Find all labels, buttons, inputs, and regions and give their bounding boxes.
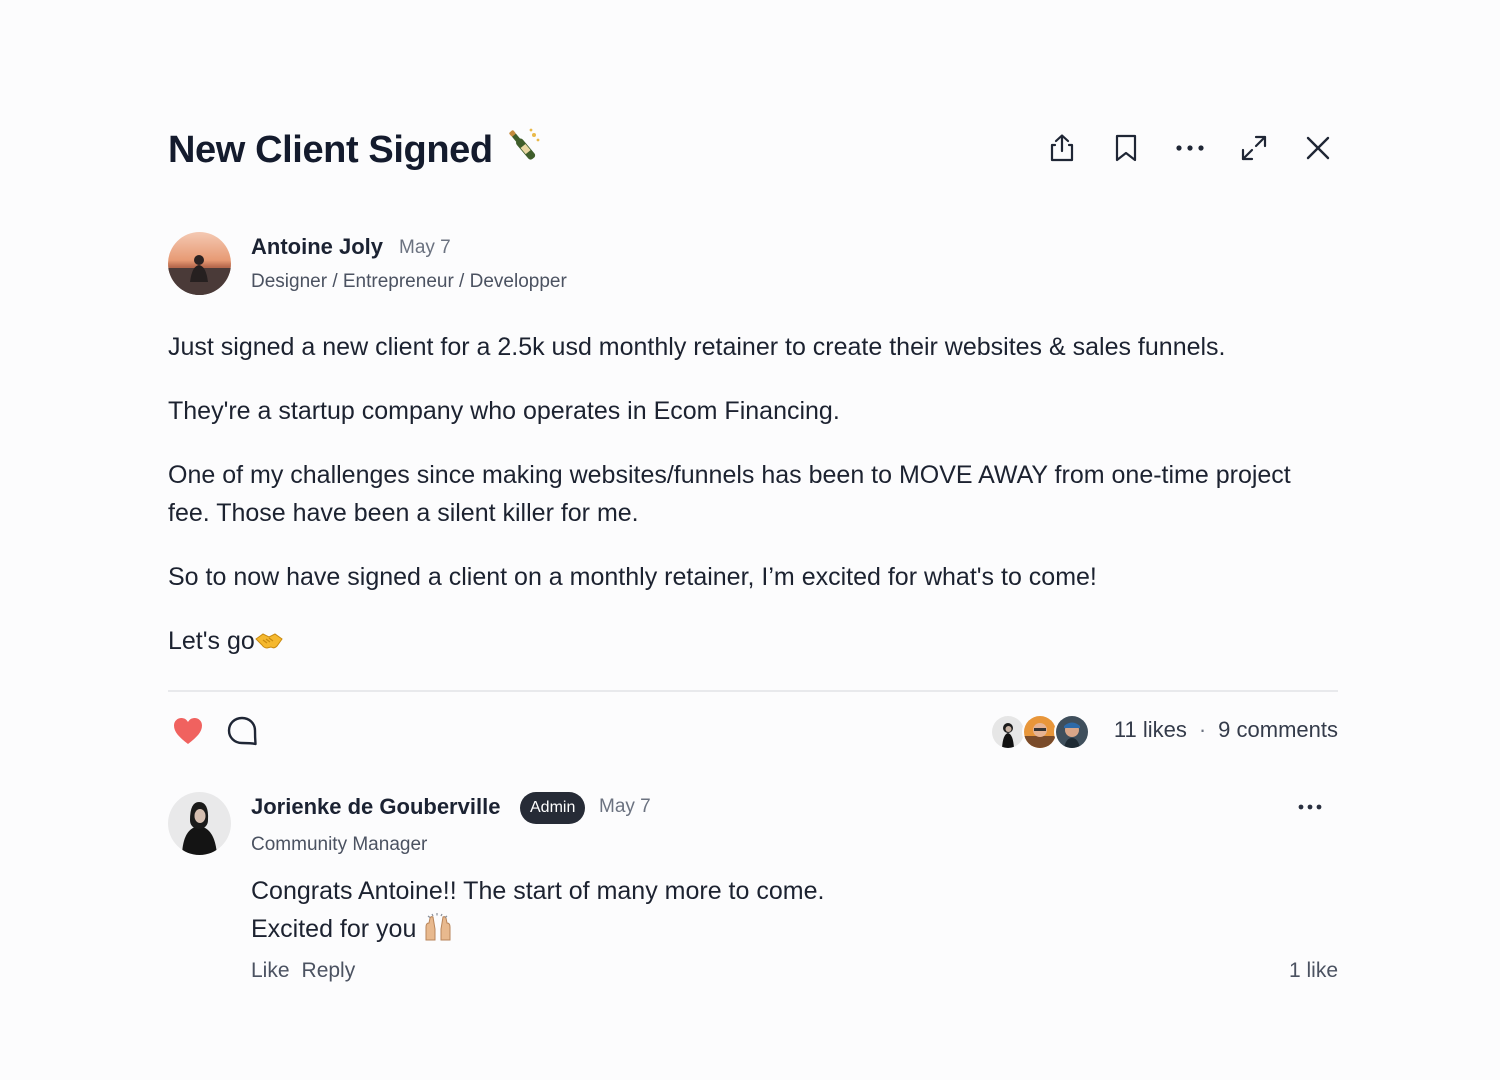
expand-icon (1241, 135, 1267, 161)
liker-avatar (990, 714, 1026, 750)
post-title-text: New Client Signed (168, 129, 493, 171)
commenter-name[interactable]: Jorienke de Gouberville (251, 794, 500, 820)
liker-avatar (1054, 714, 1090, 750)
post-paragraph-text: Let's go (168, 627, 255, 655)
divider (168, 690, 1338, 692)
commenter-avatar[interactable] (168, 792, 231, 855)
comment: Jorienke de Gouberville Admin May 7 Comm… (168, 792, 1338, 1002)
likers-avatars[interactable] (990, 714, 1090, 750)
comment-more-options-button[interactable] (1292, 792, 1328, 822)
comment-like-button[interactable]: Like (251, 959, 290, 982)
comment-date: May 7 (599, 796, 651, 817)
comment-actions: Like Reply (251, 959, 367, 983)
comment-text: Congrats Antoine!! The start of many mor… (251, 872, 824, 948)
post-body: Just signed a new client for a 2.5k usd … (168, 328, 1338, 686)
post-author: Antoine Joly May 7 Designer / Entreprene… (168, 232, 868, 296)
post-paragraph: Just signed a new client for a 2.5k usd … (168, 333, 1226, 361)
comment-reply-button[interactable]: Reply (302, 959, 356, 982)
post-header: New Client Signed (168, 120, 1338, 180)
expand-button[interactable] (1234, 128, 1274, 168)
handshake-emoji-icon (255, 627, 283, 655)
author-avatar[interactable] (168, 232, 231, 295)
post-stats: 11 likes · 9 comments (1114, 717, 1338, 743)
comment-line: Congrats Antoine!! The start of many mor… (251, 877, 825, 905)
commenter-role: Community Manager (251, 834, 428, 855)
more-options-icon (1298, 804, 1322, 810)
post-actions: 11 likes · 9 comments (168, 708, 1338, 756)
comment-bubble-icon (227, 716, 257, 746)
close-icon (1306, 136, 1330, 160)
comment-line: Excited for you (251, 910, 824, 948)
share-button[interactable] (1042, 128, 1082, 168)
post-paragraph: Let's go (168, 622, 1338, 660)
post-paragraph: They're a startup company who operates i… (168, 397, 840, 425)
author-role: Designer / Entrepreneur / Developper (251, 271, 567, 292)
raising-hands-emoji-icon (423, 913, 453, 943)
close-button[interactable] (1298, 128, 1338, 168)
champagne-emoji-icon (503, 126, 543, 176)
liker-avatar (1022, 714, 1058, 750)
bookmark-icon (1115, 134, 1137, 162)
bookmark-button[interactable] (1106, 128, 1146, 168)
share-icon (1050, 134, 1074, 162)
more-options-icon (1176, 145, 1204, 151)
heart-icon (174, 718, 202, 744)
post-paragraph: So to now have signed a client on a mont… (168, 563, 1097, 591)
post-date: May 7 (399, 237, 451, 258)
comments-count[interactable]: 9 comments (1218, 717, 1338, 742)
post-toolbar (1042, 128, 1338, 168)
comment-line-text: Excited for you (251, 915, 417, 943)
author-name[interactable]: Antoine Joly (251, 234, 383, 260)
admin-badge: Admin (520, 792, 586, 824)
stats-separator: · (1198, 717, 1207, 742)
post-title: New Client Signed (168, 126, 543, 176)
more-options-button[interactable] (1170, 128, 1210, 168)
like-button[interactable] (172, 716, 204, 746)
comment-button[interactable] (226, 715, 258, 747)
likes-count[interactable]: 11 likes (1114, 717, 1187, 742)
comment-likes-count[interactable]: 1 like (1289, 959, 1338, 983)
post-paragraph: One of my challenges since making websit… (168, 461, 1291, 527)
